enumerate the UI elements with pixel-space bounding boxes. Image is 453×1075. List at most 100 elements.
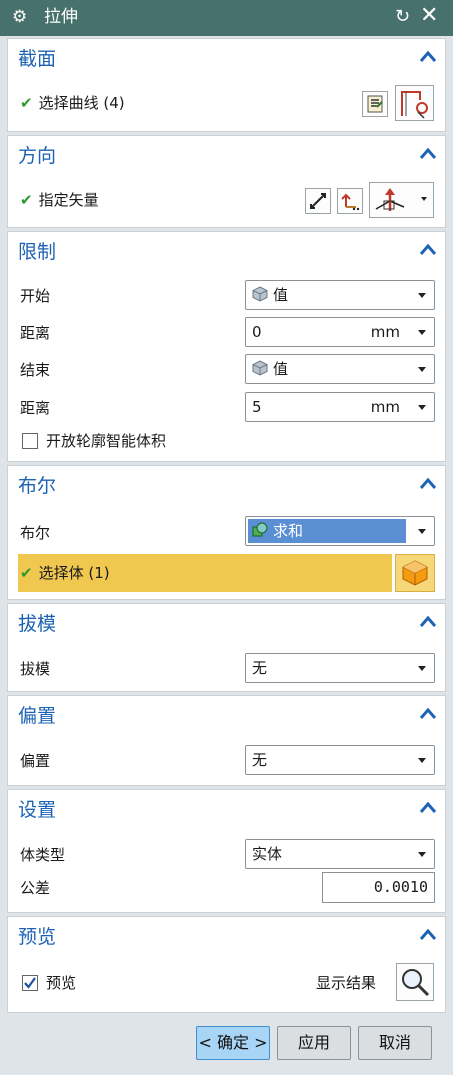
start-label: 开始	[20, 287, 51, 305]
specify-vector-row[interactable]: ✔ 指定矢量	[20, 190, 99, 210]
vector-type-dropdown[interactable]	[369, 182, 434, 218]
check-icon: ✔	[20, 191, 33, 209]
chevron-down-icon	[418, 666, 426, 671]
chevron-down-icon	[421, 197, 427, 201]
boolean-label: 布尔	[20, 524, 51, 542]
unit-label: mm	[370, 398, 400, 416]
body-type-label: 体类型	[20, 846, 66, 864]
collapse-icon[interactable]	[419, 49, 437, 63]
ok-button[interactable]: < 确定 >	[196, 1026, 270, 1060]
draft-label: 拔模	[20, 660, 51, 678]
unite-icon	[252, 522, 268, 537]
offset-select[interactable]: 无	[245, 745, 435, 775]
section-title: 拔模	[18, 613, 57, 635]
section-panel: 截面 ✔ 选择曲线 (4)	[7, 38, 446, 132]
end-distance-input[interactable]: 5 mm	[245, 392, 435, 422]
select-body-label: 选择体 (1)	[38, 564, 110, 582]
chevron-down-icon	[418, 405, 426, 410]
draft-value: 无	[252, 659, 268, 677]
checkmark-icon	[24, 977, 36, 989]
limits-panel: 限制 开始 值 距离 0 mm 结束 值 距离 5 mm 开放轮廓智能体积	[7, 231, 446, 462]
check-icon: ✔	[20, 94, 33, 112]
boolean-select[interactable]: 求和	[245, 516, 435, 546]
curve-icon	[401, 91, 428, 119]
select-body-button[interactable]	[395, 554, 435, 592]
body-type-value: 实体	[252, 845, 283, 863]
tolerance-input[interactable]: 0.0010	[322, 872, 435, 903]
chevron-down-icon	[418, 529, 426, 534]
end-distance-value: 5	[252, 398, 262, 416]
collapse-icon[interactable]	[419, 146, 437, 160]
end-label: 结束	[20, 361, 51, 379]
vector-type-icon	[375, 188, 405, 211]
sketch-icon	[367, 95, 383, 113]
chevron-down-icon	[418, 330, 426, 335]
collapse-icon[interactable]	[419, 614, 437, 628]
offset-value: 无	[252, 751, 268, 769]
distance-label: 距离	[20, 399, 51, 417]
boolean-value: 求和	[273, 522, 304, 540]
cancel-button[interactable]: 取消	[358, 1026, 432, 1060]
start-distance-input[interactable]: 0 mm	[245, 317, 435, 347]
preview-panel: 预览 预览 显示结果	[7, 916, 446, 1013]
title-bar: ⚙ 拉伸 ↻ ✕	[0, 0, 453, 36]
direction-panel: 方向 ✔ 指定矢量	[7, 135, 446, 228]
gear-icon[interactable]: ⚙	[12, 7, 27, 27]
select-curve-row[interactable]: ✔ 选择曲线 (4)	[20, 93, 125, 113]
chevron-down-icon	[418, 852, 426, 857]
boolean-panel: 布尔 布尔 求和 ✔ 选择体 (1)	[7, 465, 446, 600]
start-distance-value: 0	[252, 323, 262, 341]
offset-panel: 偏置 偏置 无	[7, 695, 446, 786]
collapse-icon[interactable]	[419, 800, 437, 814]
chevron-down-icon	[418, 293, 426, 298]
section-title: 设置	[18, 799, 57, 821]
section-title: 偏置	[18, 705, 57, 727]
curve-select-button[interactable]	[395, 85, 434, 121]
draft-panel: 拔模 拔模 无	[7, 603, 446, 692]
vector-dialog-button[interactable]	[337, 188, 363, 214]
section-title: 预览	[18, 926, 57, 948]
select-curve-label: 选择曲线 (4)	[38, 94, 125, 112]
window-title: 拉伸	[44, 7, 78, 27]
apply-button[interactable]: 应用	[277, 1026, 351, 1060]
body-type-select[interactable]: 实体	[245, 839, 435, 869]
show-result-label: 显示结果	[316, 974, 377, 992]
select-body-row-label: ✔ 选择体 (1)	[20, 563, 110, 583]
open-profile-label: 开放轮廓智能体积	[46, 432, 167, 450]
chevron-down-icon	[418, 367, 426, 372]
offset-label: 偏置	[20, 752, 51, 770]
collapse-icon[interactable]	[419, 242, 437, 256]
unit-label: mm	[370, 323, 400, 341]
check-icon: ✔	[20, 564, 33, 582]
tolerance-label: 公差	[20, 879, 51, 897]
draft-select[interactable]: 无	[245, 653, 435, 683]
preview-label: 预览	[46, 974, 77, 992]
reverse-direction-icon	[310, 193, 326, 209]
start-value: 值	[273, 286, 289, 304]
show-result-button[interactable]	[396, 963, 434, 1001]
cube-icon	[252, 286, 268, 302]
magnifier-icon	[402, 969, 430, 997]
collapse-icon[interactable]	[419, 927, 437, 941]
section-title: 截面	[18, 48, 57, 70]
open-profile-checkbox[interactable]	[22, 433, 38, 449]
sketch-section-button[interactable]	[362, 91, 388, 117]
close-icon[interactable]: ✕	[420, 4, 438, 28]
start-select[interactable]: 值	[245, 280, 435, 310]
collapse-icon[interactable]	[419, 706, 437, 720]
end-value: 值	[273, 360, 289, 378]
solid-body-icon	[402, 560, 428, 586]
vector-dialog-icon	[341, 193, 360, 211]
section-title: 布尔	[18, 475, 57, 497]
reverse-direction-button[interactable]	[305, 188, 331, 214]
specify-vector-label: 指定矢量	[38, 191, 99, 209]
cube-icon	[252, 360, 268, 376]
section-title: 方向	[18, 145, 57, 167]
collapse-icon[interactable]	[419, 476, 437, 490]
distance-label: 距离	[20, 324, 51, 342]
chevron-down-icon	[418, 758, 426, 763]
settings-panel: 设置 体类型 实体 公差 0.0010	[7, 789, 446, 913]
preview-checkbox[interactable]	[22, 975, 38, 991]
end-select[interactable]: 值	[245, 354, 435, 384]
reset-icon[interactable]: ↻	[395, 6, 410, 28]
